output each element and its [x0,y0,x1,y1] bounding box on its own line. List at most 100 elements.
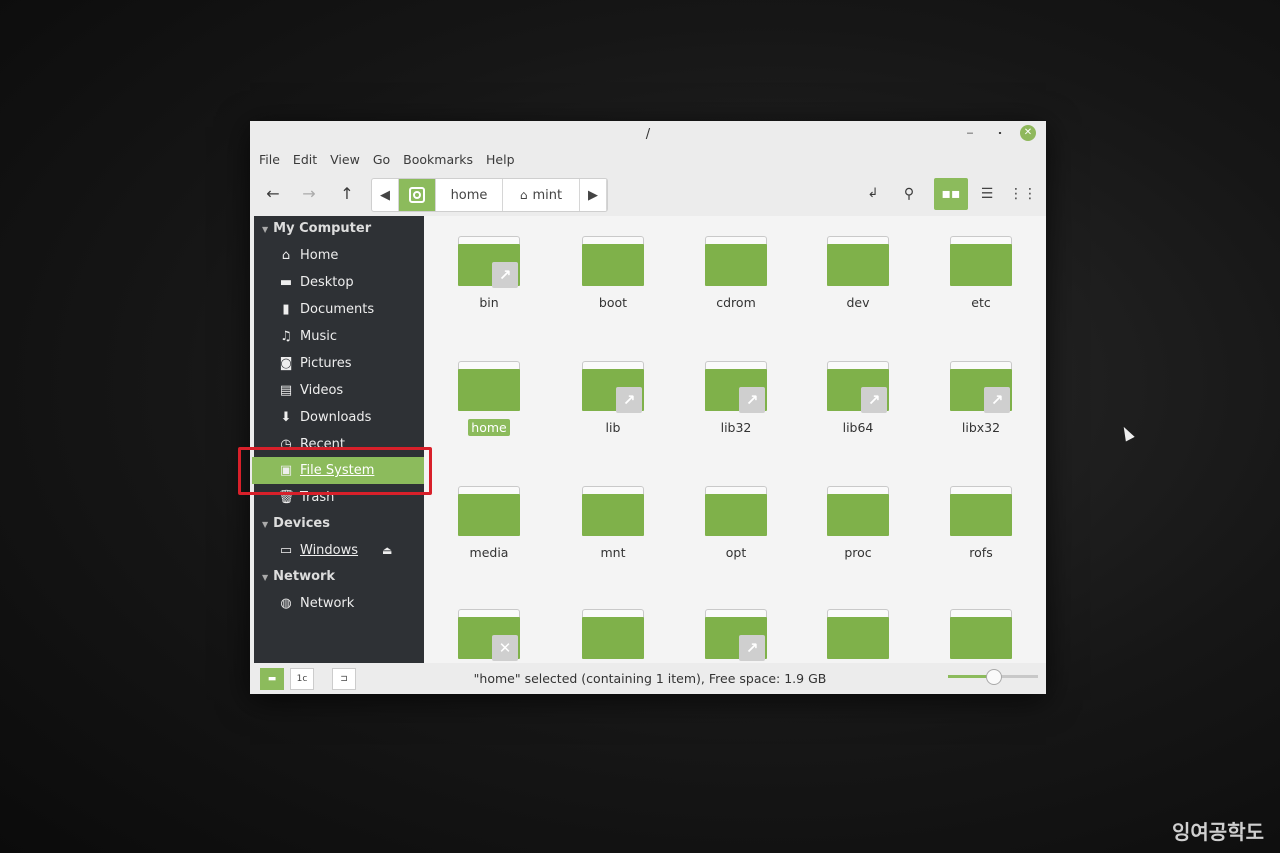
folder-name: dev [846,295,870,310]
folder-name: lib [605,420,621,435]
path-left-chevron-icon[interactable]: ◀ [372,179,399,211]
window-title: / [645,127,651,142]
sidebar-item-videos[interactable]: ▤ Videos [254,377,424,404]
folder-item[interactable]: ↗ lib [563,361,663,436]
symlink-arrow-icon: ↗ [739,635,765,661]
folder-item[interactable]: ↗ bin [439,236,539,311]
menu-file[interactable]: File [259,152,280,167]
menu-bar: File Edit View Go Bookmarks Help [250,147,1046,171]
sidebar-item-pictures[interactable]: ◙ Pictures [254,350,424,377]
list-view-button[interactable]: ☰ [970,178,1004,210]
hide-sidebar-button[interactable]: ⊐ [332,668,356,690]
folder-item[interactable]: ✕ [439,609,539,663]
folder-item[interactable]: dev [808,236,908,311]
folder-icon [458,361,520,413]
sidebar-item-label: Videos [300,383,344,398]
path-root-button[interactable] [399,179,436,211]
download-icon: ⬇ [280,410,292,425]
maximize-icon[interactable]: ⬝ [992,125,1008,141]
sidebar-item-desktop[interactable]: ▬ Desktop [254,269,424,296]
close-icon[interactable]: ✕ [1020,125,1036,141]
folder-item[interactable] [563,609,663,663]
folder-item[interactable]: proc [808,486,908,561]
tree-pane-button[interactable]: 1c [290,668,314,690]
folder-item[interactable] [931,609,1031,663]
folder-item[interactable]: ↗ lib32 [686,361,786,436]
icon-view-button[interactable]: ▪▪ [934,178,968,210]
zoom-knob[interactable] [986,669,1002,685]
folder-icon [705,486,767,538]
folder-front [705,244,767,286]
sidebar-item-label: Windows [300,543,359,558]
folder-item[interactable]: etc [931,236,1031,311]
sidebar-item-label: Music [300,329,337,344]
folder-item[interactable]: opt [686,486,786,561]
folder-icon: ↗ [827,361,889,413]
folder-icon [582,486,644,538]
folder-item[interactable]: ↗ [686,609,786,663]
menu-bookmarks[interactable]: Bookmarks [403,152,473,167]
sidebar-item-downloads[interactable]: ⬇ Downloads [254,404,424,431]
title-bar[interactable]: / ‒ ⬝ ✕ [250,121,1046,147]
folder-item[interactable]: cdrom [686,236,786,311]
forward-arrow-icon[interactable]: → [294,179,324,209]
file-manager-window: / ‒ ⬝ ✕ File Edit View Go Bookmarks Help… [250,121,1046,694]
section-label: Devices [273,516,330,531]
folder-name: lib32 [720,420,752,435]
folder-item[interactable]: mnt [563,486,663,561]
folder-front [827,244,889,286]
sidebar-item-label: Network [300,596,355,611]
film-icon: ▤ [279,383,293,398]
folder-name: mnt [600,545,626,560]
sidebar-section-my-computer[interactable]: ▼ My Computer [254,216,424,242]
symlink-arrow-icon: ↗ [492,262,518,288]
folder-icon [827,609,889,661]
folder-icon [950,486,1012,538]
folder-name: bin [479,295,499,310]
folder-item[interactable] [808,609,908,663]
sidebar-item-home[interactable]: ⌂ Home [254,242,424,269]
folder-item[interactable]: ↗ libx32 [931,361,1031,436]
eject-icon[interactable]: ⏏ [382,537,392,564]
folder-name: lib64 [842,420,874,435]
camera-icon: ◙ [279,356,293,371]
path-mint-button[interactable]: ⌂ mint [503,179,580,211]
back-arrow-icon[interactable]: ← [258,179,288,209]
folder-name: boot [598,295,628,310]
folder-front [950,494,1012,536]
folder-front [582,617,644,659]
sidebar-section-network[interactable]: ▼ Network [254,564,424,590]
sidebar-item-network[interactable]: ◍ Network [254,590,424,617]
music-icon: ♫ [280,329,292,344]
minimize-icon[interactable]: ‒ [962,125,978,141]
menu-edit[interactable]: Edit [293,152,317,167]
sidebar-item-windows[interactable]: ▭ Windows ⏏ [254,537,424,564]
folder-icon [705,236,767,288]
folder-name: rofs [969,545,993,560]
folder-item[interactable]: media [439,486,539,561]
menu-view[interactable]: View [330,152,360,167]
folder-item[interactable]: rofs [931,486,1031,561]
sidebar-section-devices[interactable]: ▼ Devices [254,511,424,537]
places-pane-button[interactable]: ▬ [260,668,284,690]
path-right-chevron-icon[interactable]: ▶ [580,179,607,211]
symlink-arrow-icon: ↗ [739,387,765,413]
zoom-slider[interactable] [948,669,1038,685]
sidebar-item-documents[interactable]: ▮ Documents [254,296,424,323]
sidebar-item-music[interactable]: ♫ Music [254,323,424,350]
folder-item[interactable]: boot [563,236,663,311]
menu-go[interactable]: Go [373,152,390,167]
menu-help[interactable]: Help [486,152,515,167]
path-mint-label: mint [532,187,563,203]
folder-icon: ↗ [458,236,520,288]
compact-view-button[interactable]: ⋮⋮ [1006,178,1040,210]
up-arrow-icon[interactable]: ↑ [332,179,362,209]
path-home-button[interactable]: home [436,179,503,211]
folder-name: media [469,545,509,560]
toggle-location-icon[interactable]: ↲ [858,179,888,209]
folder-item[interactable]: ↗ lib64 [808,361,908,436]
sidebar-item-label: Pictures [300,356,352,371]
folder-front [458,494,520,536]
search-icon[interactable]: ⚲ [894,179,924,209]
folder-item[interactable]: home [439,361,539,436]
